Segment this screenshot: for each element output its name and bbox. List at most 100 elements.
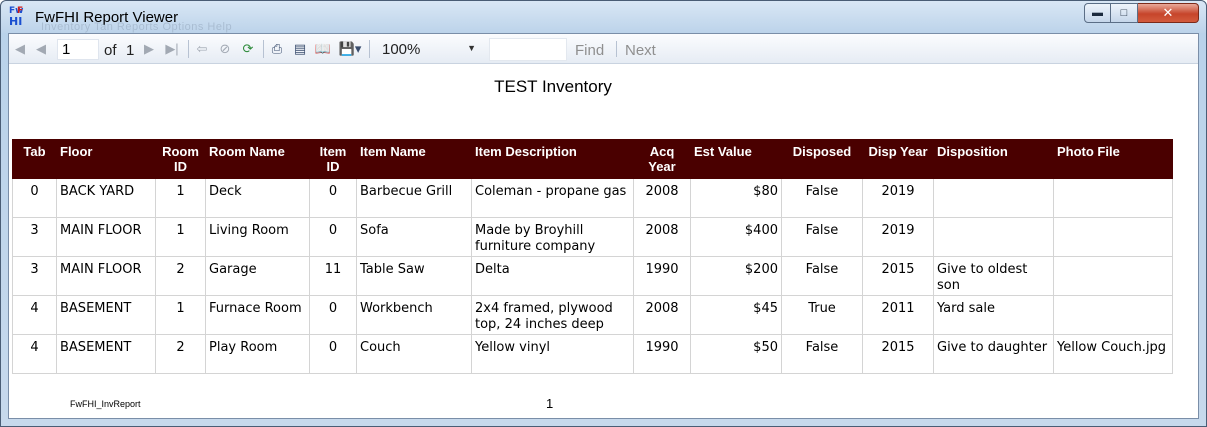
table-cell: $45 (690, 295, 782, 335)
table-cell: Made by Broyhill furniture company (471, 217, 634, 257)
report-title: TEST Inventory (494, 77, 612, 96)
table-row: 0 BACK YARD 1 Deck 0 Barbecue Grill Coleman - … (12, 178, 1173, 218)
report-viewer-window: Fw F HI FwFHI Report Viewer Inventory Ta… (0, 0, 1207, 427)
first-page-icon[interactable]: ◀​ (12, 39, 28, 59)
toolbar-separator (263, 40, 264, 58)
report-page: TEST Inventory Tab Floor Room ID Room Name I… (9, 65, 1198, 418)
column-header: Item ID (309, 139, 357, 179)
table-cell: 1 (155, 295, 206, 335)
table-cell: 2008 (633, 178, 691, 218)
find-input[interactable] (489, 38, 567, 61)
table-cell: Give to daughter (933, 334, 1054, 374)
export-icon[interactable]: 💾▾ (337, 39, 363, 59)
table-cell: 0 (12, 178, 57, 218)
table-cell: 0 (309, 295, 357, 335)
table-cell: 2015 (862, 256, 934, 296)
table-cell: 2008 (633, 295, 691, 335)
print-icon[interactable]: ⎙ (267, 39, 287, 59)
table-cell: MAIN FLOOR (56, 217, 156, 257)
column-header: Item Name (356, 139, 472, 179)
table-cell: Coleman - propane gas (471, 178, 634, 218)
app-logo-icon: Fw F HI (9, 6, 24, 28)
next-page-icon[interactable]: ▶ (141, 39, 157, 59)
column-header: Item Description (471, 139, 634, 179)
page-setup-icon[interactable]: 📖 (313, 39, 333, 59)
table-cell: Give to oldest son (933, 256, 1054, 296)
close-button[interactable]: ✕ (1138, 3, 1199, 23)
table-cell: 2 (155, 334, 206, 374)
previous-page-icon[interactable]: ◀ (33, 39, 49, 59)
table-cell: Table Saw (356, 256, 472, 296)
toolbar-separator (188, 40, 189, 58)
column-header: Disposition (933, 139, 1054, 179)
current-page-input[interactable] (57, 39, 99, 60)
table-cell: Living Room (205, 217, 310, 257)
report-footer-page-number: 1 (546, 396, 554, 411)
minimize-icon: ▬ (1092, 7, 1103, 19)
background-menu-ghost: Inventory Tan Reports Options Help (41, 21, 233, 33)
table-cell: 0 (309, 217, 357, 257)
table-cell: 2008 (633, 217, 691, 257)
zoom-select[interactable]: 100% ▼ (376, 39, 480, 60)
print-layout-icon[interactable]: ▤ (291, 39, 309, 59)
report-viewer-client: ◀​ ◀ of 1 ▶ ▶| ⇦ ⊘ ⟳ ⎙ ▤ 📖 💾▾ 100% ▼ Fin… (8, 33, 1199, 419)
table-row: 4 BASEMENT 1 Furnace Room 0 Workbench 2x4 fram… (12, 295, 1173, 335)
table-cell: Yard sale (933, 295, 1054, 335)
zoom-value: 100% (382, 41, 421, 58)
column-header: Tab (12, 139, 57, 179)
toolbar-separator (616, 41, 617, 57)
table-cell: 2019 (862, 217, 934, 257)
stop-icon[interactable]: ⊘ (216, 39, 234, 59)
table-row: 3 MAIN FLOOR 1 Living Room 0 Sofa Made by Broy… (12, 217, 1173, 257)
table-cell: False (781, 334, 863, 374)
refresh-icon[interactable]: ⟳ (239, 39, 257, 59)
table-cell: 1 (155, 217, 206, 257)
column-header: Est Value (690, 139, 782, 179)
close-icon: ✕ (1162, 5, 1174, 20)
table-cell: 2019 (862, 178, 934, 218)
column-header: Room ID (155, 139, 206, 179)
table-cell: $400 (690, 217, 782, 257)
table-cell: 1990 (633, 334, 691, 374)
last-page-icon[interactable]: ▶| (163, 39, 181, 59)
table-cell: 4 (12, 295, 57, 335)
table-cell: Garage (205, 256, 310, 296)
table-cell (1053, 256, 1173, 296)
column-header: Disposed (781, 139, 863, 179)
table-cell (1053, 295, 1173, 335)
table-cell: $200 (690, 256, 782, 296)
report-toolbar: ◀​ ◀ of 1 ▶ ▶| ⇦ ⊘ ⟳ ⎙ ▤ 📖 💾▾ 100% ▼ Fin… (9, 34, 1198, 64)
table-cell: Yellow Couch.jpg (1053, 334, 1173, 374)
table-cell: False (781, 178, 863, 218)
table-cell: Barbecue Grill (356, 178, 472, 218)
column-header: Room Name (205, 139, 310, 179)
table-cell: Workbench (356, 295, 472, 335)
table-cell: 1990 (633, 256, 691, 296)
table-cell: BACK YARD (56, 178, 156, 218)
table-cell: 1 (155, 178, 206, 218)
maximize-button[interactable]: □ (1111, 3, 1138, 23)
table-cell: 2015 (862, 334, 934, 374)
table-cell (1053, 178, 1173, 218)
table-header-row: Tab Floor Room ID Room Name Item ID Item Name… (12, 139, 1173, 179)
table-cell: Play Room (205, 334, 310, 374)
table-cell: False (781, 217, 863, 257)
back-icon[interactable]: ⇦ (193, 39, 211, 59)
of-label: of (104, 42, 117, 59)
table-cell: Deck (205, 178, 310, 218)
column-header: Floor (56, 139, 156, 179)
find-next-button[interactable]: Next (625, 42, 656, 59)
table-cell: $80 (690, 178, 782, 218)
table-row: 4 BASEMENT 2 Play Room 0 Couch Yellow vinyl 199… (12, 334, 1173, 374)
minimize-button[interactable]: ▬ (1084, 3, 1111, 23)
chevron-down-icon: ▼ (467, 43, 476, 53)
maximize-icon: □ (1120, 7, 1128, 19)
table-cell: 0 (309, 178, 357, 218)
column-header: Disp Year (862, 139, 934, 179)
find-button[interactable]: Find (575, 42, 604, 59)
table-cell: 0 (309, 334, 357, 374)
toolbar-separator (369, 40, 370, 58)
table-cell: 11 (309, 256, 357, 296)
table-cell: True (781, 295, 863, 335)
report-footer-name: FwFHI_InvReport (70, 399, 141, 409)
